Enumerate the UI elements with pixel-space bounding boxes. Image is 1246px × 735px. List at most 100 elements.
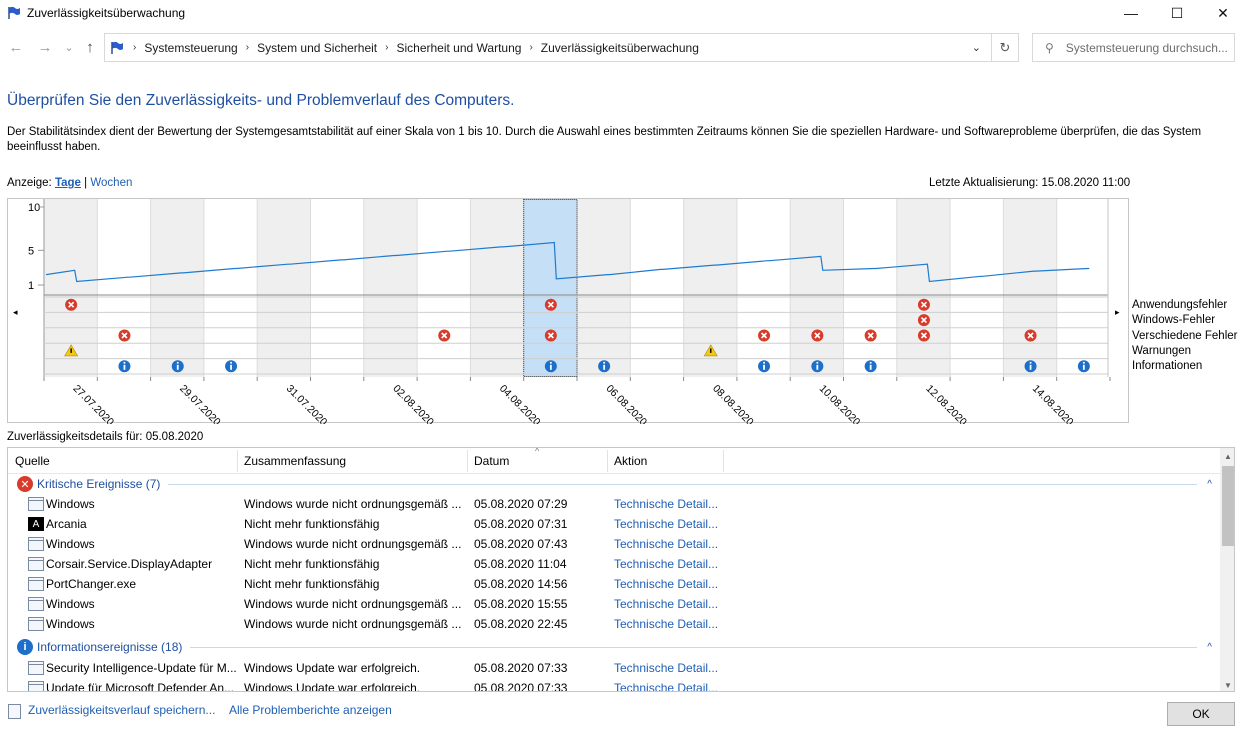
chart-day-column[interactable] [630,199,684,377]
chart-day-column[interactable] [363,199,418,377]
refresh-button[interactable]: ↻ [991,33,1019,62]
breadcrumb-system-und-sicherheit[interactable]: System und Sicherheit [257,41,377,55]
stability-chart-svg[interactable]: 10 5 1 27.07.2020 29.07.2020 31.07.2020 02.08.… [8,199,1130,424]
table-row[interactable]: Windows Windows wurde nicht ordnungsgemä… [8,494,1218,514]
view-days-link[interactable]: Tage [55,177,81,189]
technical-details-link[interactable]: Technische Detail... [614,681,718,691]
row-date: 05.08.2020 07:33 [474,661,568,675]
scroll-up-icon[interactable]: ▲ [1220,448,1234,464]
back-arrow-icon[interactable]: ← [6,37,26,57]
chart-day-column[interactable] [843,199,897,377]
view-weeks-link[interactable]: Wochen [90,177,132,189]
chart-day-column[interactable] [203,199,258,377]
info-icon-stem [549,364,552,370]
technical-details-link[interactable]: Technische Detail... [614,557,718,571]
table-row[interactable]: Windows Windows wurde nicht ordnungsgemä… [8,614,1218,634]
arcania-app-icon: A [28,517,44,531]
scroll-right-arrow-icon[interactable]: ▸ [1115,308,1120,318]
chart-day-column[interactable] [470,199,524,377]
minimize-button[interactable]: — [1108,0,1154,26]
maximize-button[interactable]: ☐ [1154,0,1200,26]
table-row[interactable]: Windows Windows wurde nicht ordnungsgemä… [8,534,1218,554]
table-row[interactable]: Update für Microsoft Defender An... Wind… [8,678,1218,692]
up-arrow-icon[interactable]: ↑ [80,37,100,57]
address-bar[interactable]: › Systemsteuerung › System und Sicherhei… [104,33,992,62]
table-row[interactable]: PortChanger.exe Nicht mehr funktionsfähi… [8,574,1218,594]
info-icon-dot [1082,361,1085,364]
forward-arrow-icon[interactable]: → [35,37,55,57]
search-icon: ⚲ [1045,40,1054,55]
technical-details-link[interactable]: Technische Detail... [614,497,718,511]
scroll-left-arrow-icon[interactable]: ◂ [13,308,18,318]
close-button[interactable]: ✕ [1200,0,1246,26]
scroll-down-icon[interactable]: ▼ [1220,677,1234,691]
chart-day-column[interactable] [150,199,204,377]
group-critical-events[interactable]: ✕ Kritische Ereignisse (7) ^ [17,474,1212,494]
x-date-label: 27.07.2020 [71,383,117,424]
chart-day-column[interactable] [736,199,791,377]
breadcrumb-separator-icon[interactable]: › [385,42,388,53]
breadcrumb-sicherheit-und-wartung[interactable]: Sicherheit und Wartung [396,41,521,55]
window-app-icon [28,617,44,631]
column-header-summary[interactable]: Zusammenfassung [244,454,346,468]
chart-day-column[interactable] [577,199,631,377]
info-icon-stem [869,364,872,370]
technical-details-link[interactable]: Technische Detail... [614,577,718,591]
stability-chart[interactable]: 10 5 1 27.07.2020 29.07.2020 31.07.2020 02.08.… [7,198,1130,424]
breadcrumb-zuverlaessigkeitsueberwachung[interactable]: Zuverlässigkeitsüberwachung [541,41,699,55]
y-tick-label: 10 [28,202,40,214]
footer: Zuverlässigkeitsverlauf speichern... All… [0,695,1246,735]
search-box[interactable]: ⚲ Systemsteuerung durchsuch... [1032,33,1235,62]
vertical-scrollbar[interactable]: ▲ ▼ [1220,448,1234,691]
breadcrumb-separator-icon[interactable]: › [529,42,532,53]
technical-details-link[interactable]: Technische Detail... [614,537,718,551]
row-source: Update für Microsoft Defender An... [46,681,235,692]
info-icon-stem [763,364,765,370]
column-divider[interactable] [723,450,724,472]
ok-button[interactable]: OK [1167,702,1235,726]
group-information-events[interactable]: i Informationsereignisse (18) ^ [17,637,1212,657]
breadcrumb-separator-icon[interactable]: › [133,42,136,53]
x-date-label: 08.08.2020 [710,383,756,424]
all-problem-reports-link[interactable]: Alle Problemberichte anzeigen [229,703,392,717]
chart-day-column[interactable] [950,199,1004,377]
chart-day-column[interactable] [523,199,577,377]
technical-details-link[interactable]: Technische Detail... [614,517,718,531]
chart-day-column[interactable] [257,199,311,377]
column-header-source[interactable]: Quelle [15,454,50,468]
save-history-link[interactable]: Zuverlässigkeitsverlauf speichern... [28,703,215,717]
column-divider[interactable] [607,450,608,472]
technical-details-link[interactable]: Technische Detail... [614,661,718,675]
recent-locations-chevron-icon[interactable]: ⌄ [59,37,79,57]
technical-details-link[interactable]: Technische Detail... [614,617,718,631]
breadcrumb-separator-icon[interactable]: › [246,42,249,53]
table-row[interactable]: Security Intelligence-Update für M... Wi… [8,658,1218,678]
info-icon-dot [869,361,872,364]
chart-day-column[interactable] [896,199,951,377]
table-row[interactable]: A Arcania Nicht mehr funktionsfähig 05.0… [8,514,1218,534]
table-row[interactable]: Corsair.Service.DisplayAdapter Nicht meh… [8,554,1218,574]
info-icon-dot [1029,361,1032,364]
address-dropdown-chevron-icon[interactable]: ⌄ [972,41,981,54]
column-header-date[interactable]: Datum [474,454,509,468]
chart-day-column[interactable] [310,199,364,377]
row-summary: Windows wurde nicht ordnungsgemäß ... [244,617,462,631]
chart-day-column[interactable] [1003,199,1057,377]
scroll-thumb[interactable] [1222,466,1234,546]
technical-details-link[interactable]: Technische Detail... [614,597,718,611]
collapse-chevron-icon[interactable]: ^ [1207,642,1212,653]
column-header-action[interactable]: Aktion [614,454,647,468]
table-row[interactable]: Windows Windows wurde nicht ordnungsgemä… [8,594,1218,614]
chart-day-column[interactable] [97,199,151,377]
column-divider[interactable] [237,450,238,472]
chart-day-column[interactable] [417,199,471,377]
chart-day-column[interactable] [1056,199,1110,377]
column-divider[interactable] [467,450,468,472]
row-source: Arcania [46,517,87,531]
row-date: 05.08.2020 14:56 [474,577,568,591]
collapse-chevron-icon[interactable]: ^ [1207,479,1212,490]
breadcrumb-systemsteuerung[interactable]: Systemsteuerung [144,41,237,55]
view-label: Anzeige: [7,177,52,189]
search-placeholder[interactable]: Systemsteuerung durchsuch... [1066,41,1228,55]
chart-day-column[interactable] [790,199,844,377]
